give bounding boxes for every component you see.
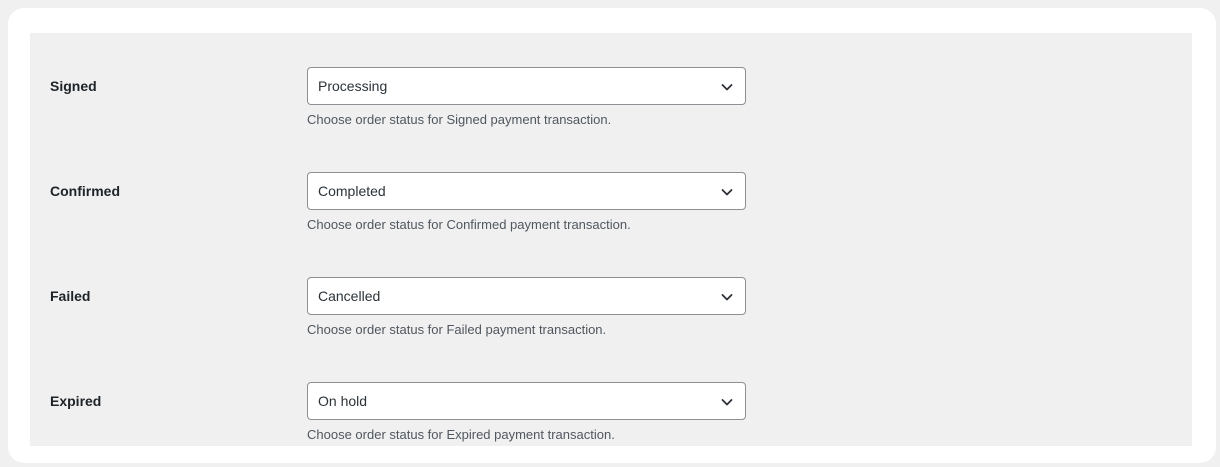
setting-row-expired: Expired On hold Choose order status for … bbox=[30, 381, 1192, 446]
signed-label: Signed bbox=[50, 78, 97, 94]
failed-label: Failed bbox=[50, 288, 91, 304]
signed-status-select[interactable]: Processing bbox=[307, 67, 746, 105]
confirmed-description: Choose order status for Confirmed paymen… bbox=[307, 217, 631, 232]
expired-description: Choose order status for Expired payment … bbox=[307, 427, 615, 442]
failed-status-select[interactable]: Cancelled bbox=[307, 277, 746, 315]
chevron-down-icon bbox=[721, 84, 733, 91]
expired-status-select[interactable]: On hold bbox=[307, 382, 746, 420]
confirmed-status-select[interactable]: Completed bbox=[307, 172, 746, 210]
expired-selected-value: On hold bbox=[318, 393, 368, 409]
chevron-down-icon bbox=[721, 189, 733, 196]
chevron-down-icon bbox=[721, 399, 733, 406]
chevron-down-icon bbox=[721, 294, 733, 301]
setting-row-failed: Failed Cancelled Choose order status for… bbox=[30, 276, 1192, 366]
expired-label: Expired bbox=[50, 393, 102, 409]
setting-row-confirmed: Confirmed Completed Choose order status … bbox=[30, 171, 1192, 261]
failed-selected-value: Cancelled bbox=[318, 288, 381, 304]
confirmed-label: Confirmed bbox=[50, 183, 120, 199]
failed-description: Choose order status for Failed payment t… bbox=[307, 322, 607, 337]
setting-row-signed: Signed Processing Choose order status fo… bbox=[30, 66, 1192, 156]
settings-card: Signed Processing Choose order status fo… bbox=[8, 8, 1216, 463]
signed-selected-value: Processing bbox=[318, 78, 388, 94]
order-status-settings-panel: Signed Processing Choose order status fo… bbox=[30, 33, 1192, 446]
confirmed-selected-value: Completed bbox=[318, 183, 386, 199]
signed-description: Choose order status for Signed payment t… bbox=[307, 112, 612, 127]
